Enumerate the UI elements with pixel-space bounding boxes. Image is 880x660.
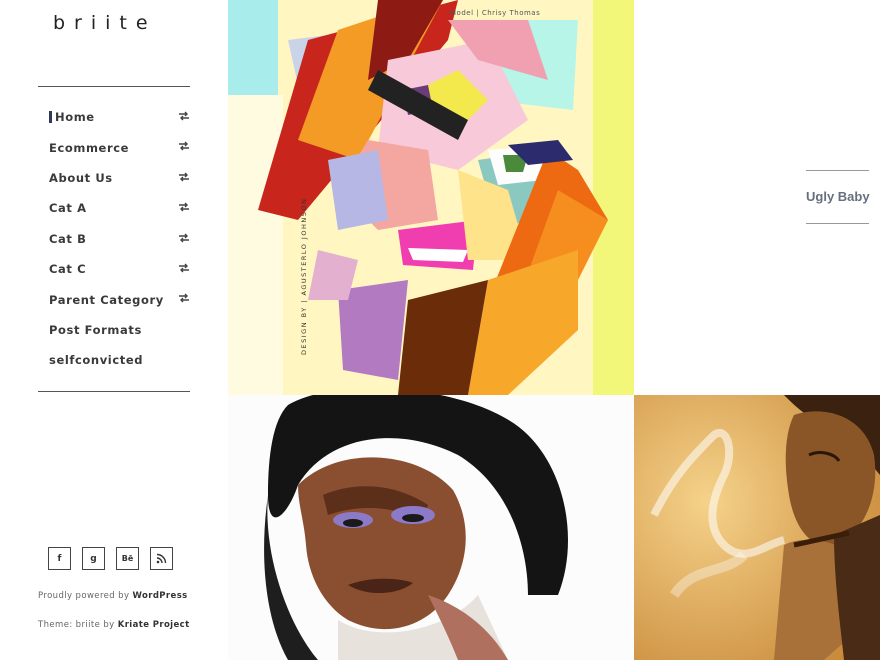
menu-item-post-formats[interactable]: Post Formats bbox=[38, 315, 190, 345]
theme-credit: Theme: briite by Kriate Project bbox=[38, 620, 190, 630]
google-plus-icon[interactable]: g bbox=[82, 547, 105, 570]
rss-icon[interactable] bbox=[150, 547, 173, 570]
post-title-ugly-baby[interactable]: Ugly Baby bbox=[806, 189, 870, 204]
menu-item-label: Cat A bbox=[49, 201, 87, 216]
kriate-project-link[interactable]: Kriate Project bbox=[118, 620, 190, 630]
wordpress-link[interactable]: WordPress bbox=[133, 591, 188, 601]
divider bbox=[806, 223, 869, 224]
menu-item-cat-b[interactable]: Cat B bbox=[38, 224, 190, 254]
menu-item-label: Cat C bbox=[49, 262, 87, 277]
menu-item-selfconvicted[interactable]: selfconvicted bbox=[38, 345, 190, 375]
social-links: f g Bē bbox=[48, 547, 173, 570]
menu-item-label: selfconvicted bbox=[49, 353, 144, 368]
powered-by: Proudly powered by WordPress bbox=[38, 591, 188, 601]
post-thumbnail-popart[interactable]: Model | Chrisy Thomas DESIGN BY | AGUSTE… bbox=[228, 0, 634, 395]
menu-item-label: About Us bbox=[49, 170, 113, 185]
art-caption-top: Model | Chrisy Thomas bbox=[450, 9, 541, 17]
swap-arrows-icon[interactable] bbox=[178, 140, 190, 152]
menu-item-parent-category[interactable]: Parent Category bbox=[38, 284, 190, 314]
swap-arrows-icon[interactable] bbox=[178, 201, 190, 213]
powered-by-text: Proudly powered by bbox=[38, 591, 133, 601]
menu-item-label: Parent Category bbox=[49, 292, 164, 307]
menu-item-label: Post Formats bbox=[49, 322, 142, 337]
menu-item-home[interactable]: Home bbox=[38, 102, 190, 132]
swap-arrows-icon[interactable] bbox=[178, 171, 190, 183]
divider bbox=[38, 391, 190, 392]
theme-credit-text: Theme: briite by bbox=[38, 620, 118, 630]
behance-icon[interactable]: Bē bbox=[116, 547, 139, 570]
woman-portrait-image bbox=[228, 395, 634, 660]
popart-portrait-image bbox=[228, 0, 634, 395]
swap-arrows-icon[interactable] bbox=[178, 110, 190, 122]
sidebar: briite Home Ecommerce About Us Cat A Cat… bbox=[0, 0, 228, 660]
divider bbox=[806, 170, 869, 171]
menu-item-label: Cat B bbox=[49, 231, 87, 246]
menu-item-about-us[interactable]: About Us bbox=[38, 163, 190, 193]
swap-arrows-icon[interactable] bbox=[178, 232, 190, 244]
menu-item-label: Home bbox=[55, 110, 95, 125]
menu-item-cat-a[interactable]: Cat A bbox=[38, 193, 190, 223]
facebook-icon[interactable]: f bbox=[48, 547, 71, 570]
art-caption-side: DESIGN BY | AGUSTERLO JOHNSON bbox=[300, 197, 308, 355]
main-menu: Home Ecommerce About Us Cat A Cat B Cat … bbox=[38, 102, 190, 376]
smoking-man-image bbox=[634, 395, 880, 660]
active-indicator bbox=[49, 111, 52, 123]
site-logo[interactable]: briite bbox=[53, 12, 157, 34]
divider bbox=[38, 86, 190, 87]
rss-glyph bbox=[156, 553, 167, 564]
post-thumbnail-smoking-man[interactable] bbox=[634, 395, 880, 660]
swap-arrows-icon[interactable] bbox=[178, 262, 190, 274]
swap-arrows-icon[interactable] bbox=[178, 292, 190, 304]
menu-item-ecommerce[interactable]: Ecommerce bbox=[38, 132, 190, 162]
post-thumbnail-woman-portrait[interactable] bbox=[228, 395, 634, 660]
menu-item-cat-c[interactable]: Cat C bbox=[38, 254, 190, 284]
menu-item-label: Ecommerce bbox=[49, 140, 130, 155]
